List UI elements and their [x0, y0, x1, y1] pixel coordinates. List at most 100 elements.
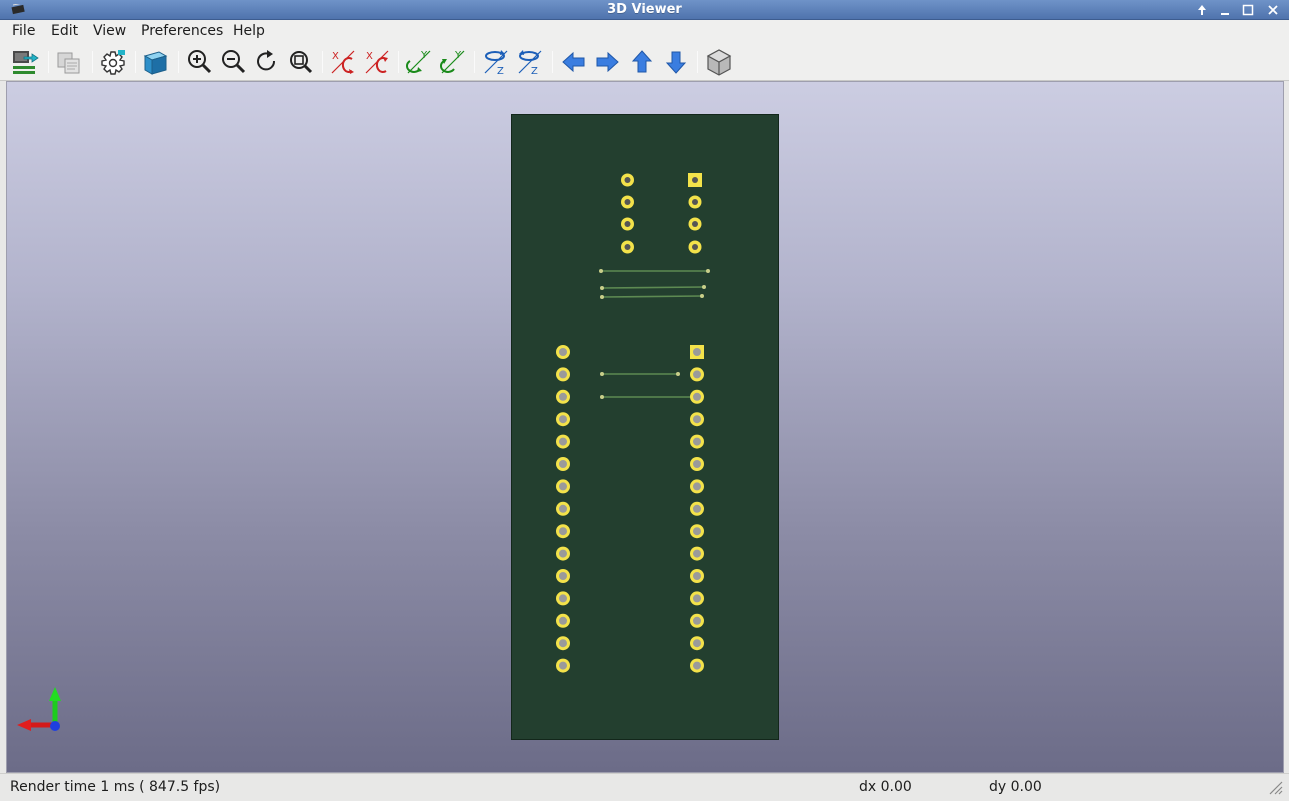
- dip-pad: [556, 501, 570, 516]
- settings-button[interactable]: [98, 47, 128, 77]
- dip-pad: [690, 479, 704, 494]
- rotate-y-cw-button[interactable]: Y: [404, 47, 434, 77]
- axis-z-label: Z: [531, 66, 538, 77]
- rotate-x-cw-icon: X: [331, 50, 355, 74]
- dip-pad: [690, 658, 704, 673]
- axis-z-label: Z: [497, 66, 504, 77]
- dip-pad: [690, 636, 704, 651]
- dip-pad: [690, 524, 704, 539]
- axis-x-label: X: [366, 51, 373, 62]
- dip-pad: [690, 569, 704, 583]
- rotate-x-cw-button[interactable]: X: [328, 47, 358, 77]
- status-bar: Render time 1 ms ( 847.5 fps) dx 0.00 dy…: [0, 773, 1289, 801]
- rotate-y-ccw-button[interactable]: Y: [438, 47, 468, 77]
- redraw-button[interactable]: [252, 47, 282, 77]
- dip-pad: [690, 457, 704, 471]
- zoom-fit-button[interactable]: [286, 47, 316, 77]
- window-title: 3D Viewer: [607, 2, 682, 17]
- rotate-z-cw-icon: Z: [484, 50, 508, 77]
- window-maximize-button[interactable]: [1240, 3, 1256, 17]
- rotate-z-ccw-button[interactable]: Z: [515, 47, 545, 77]
- menu-bar: File Edit View Preferences Help: [0, 20, 1289, 43]
- dip-pad: [556, 658, 570, 673]
- rotate-y-ccw-icon: Y: [440, 50, 465, 74]
- dip-pad: [556, 613, 570, 628]
- dip-pad: [556, 524, 570, 539]
- window-close-button[interactable]: [1265, 3, 1281, 17]
- menu-edit[interactable]: Edit: [51, 23, 78, 39]
- menu-file[interactable]: File: [12, 23, 35, 39]
- canvas-3d-viewport[interactable]: [6, 81, 1284, 773]
- axis-y-label: Y: [454, 50, 462, 61]
- dip-pad: [556, 546, 570, 561]
- zoom-in-icon: [188, 50, 212, 74]
- menu-preferences[interactable]: Preferences: [141, 23, 223, 39]
- dip-pad: [690, 412, 704, 427]
- pan-left-button[interactable]: [559, 47, 589, 77]
- settings-gear-icon: [101, 50, 125, 75]
- x-axis-arrow: [17, 719, 31, 731]
- pan-right-icon: [596, 51, 619, 73]
- box-3d-icon: [143, 51, 168, 75]
- dip-pad: [556, 434, 570, 449]
- toolbar: X X Y Y Z Z: [0, 43, 1289, 81]
- dip-pad: [690, 345, 704, 359]
- dip-pad: [556, 569, 570, 583]
- dip-pad: [690, 613, 704, 628]
- dy-status: dy 0.00: [989, 779, 1042, 795]
- menu-help[interactable]: Help: [233, 23, 265, 39]
- zoom-out-icon: [222, 50, 246, 74]
- rotate-y-cw-icon: Y: [406, 50, 431, 74]
- reload-board-icon: [13, 51, 39, 74]
- rotate-z-cw-button[interactable]: Z: [481, 47, 511, 77]
- pan-up-button[interactable]: [627, 47, 657, 77]
- rotate-x-ccw-button[interactable]: X: [362, 47, 392, 77]
- pcb-artwork: [556, 173, 710, 673]
- close-icon: [1268, 5, 1278, 15]
- box-3d-button[interactable]: [140, 47, 170, 77]
- toolbar-separator: [178, 51, 179, 73]
- dip-pad: [556, 389, 570, 404]
- redraw-icon: [257, 50, 276, 71]
- dip-pad: [690, 591, 704, 606]
- rotate-x-ccw-icon: X: [365, 50, 389, 74]
- axis-gizmo: [17, 687, 61, 731]
- dip-pad: [690, 501, 704, 516]
- dip-pad: [690, 434, 704, 449]
- ortho-toggle-button[interactable]: [704, 47, 734, 77]
- reload-board-button[interactable]: [10, 47, 40, 77]
- ortho-toggle-icon: [706, 49, 732, 76]
- arrow-up-icon: [1198, 5, 1206, 15]
- pan-right-button[interactable]: [592, 47, 622, 77]
- dip-pad: [556, 591, 570, 606]
- axis-y-label: Y: [420, 50, 428, 61]
- toolbar-separator: [552, 51, 553, 73]
- zoom-fit-icon: [290, 51, 313, 74]
- zoom-out-button[interactable]: [219, 47, 249, 77]
- dip-pads-right: [690, 345, 704, 673]
- header-pads: [621, 173, 702, 254]
- window-minimize-button[interactable]: [1217, 3, 1233, 17]
- copy-image-icon: [57, 52, 80, 74]
- pan-down-button[interactable]: [661, 47, 691, 77]
- z-axis-dot: [50, 721, 60, 731]
- toolbar-separator: [322, 51, 323, 73]
- pan-left-icon: [562, 51, 585, 73]
- y-axis-arrow: [49, 687, 61, 701]
- dip-pad: [556, 367, 570, 382]
- copy-image-button[interactable]: [54, 47, 84, 77]
- dip-pad: [556, 412, 570, 427]
- window-shade-button[interactable]: [1194, 3, 1210, 17]
- dip-pad: [556, 345, 570, 359]
- zoom-in-button[interactable]: [185, 47, 215, 77]
- toolbar-separator: [92, 51, 93, 73]
- resize-grip-icon[interactable]: [1267, 779, 1283, 795]
- pan-down-icon: [665, 51, 687, 74]
- dx-status: dx 0.00: [859, 779, 912, 795]
- axis-x-label: X: [332, 51, 339, 62]
- maximize-icon: [1242, 4, 1254, 16]
- toolbar-separator: [135, 51, 136, 73]
- dip-pad: [556, 479, 570, 494]
- dip-pad: [556, 457, 570, 471]
- menu-view[interactable]: View: [93, 23, 126, 39]
